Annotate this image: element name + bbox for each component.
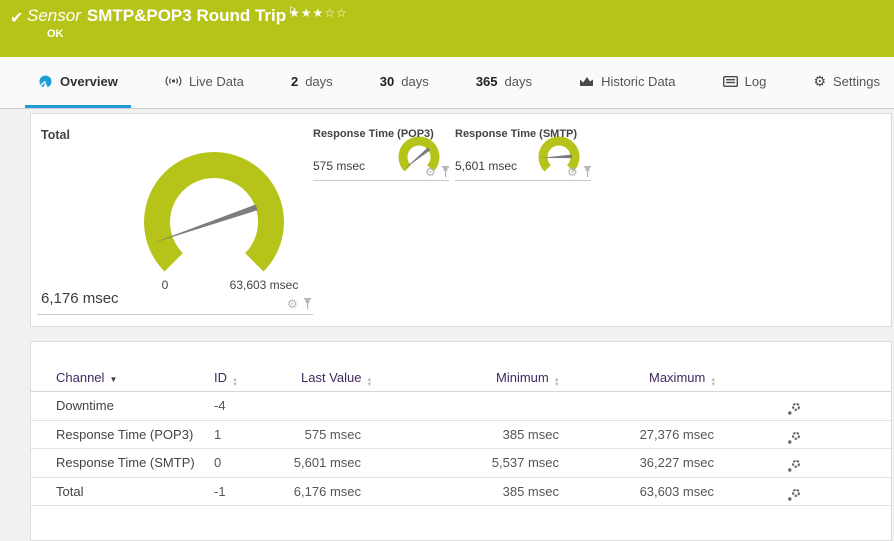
page-title: Sensor SMTP&POP3 Round Trip ⚐ [27, 6, 297, 26]
column-header-last-value[interactable]: Last Value ▲ ▼ [301, 364, 372, 391]
channel-name: Downtime [56, 398, 114, 413]
tab-label: days [305, 73, 333, 89]
channels-panel: Channel ▼ ID ▲ ▼ Last Value ▲ ▼ Minimum ▲ ▼ Max… [30, 341, 892, 541]
live-data-icon [165, 75, 182, 87]
table-row-response-time-pop3: Response Time (POP3) 1 575 msec 385 msec… [31, 421, 891, 449]
gauge-smtp-value: 5,601 msec [455, 159, 518, 173]
gauges-panel: Total 0 63,603 msec 6,176 msec ⚙ Respons… [30, 113, 892, 327]
sensor-kind-label: Sensor [27, 6, 81, 25]
gauge-settings-gear-icon[interactable]: ⚙ [287, 298, 298, 310]
channel-maximum: 63,603 msec [639, 483, 714, 499]
sort-icon: ▲ ▼ [232, 377, 238, 388]
status-ok-check-icon: ✔ [10, 10, 24, 27]
channel-minimum: 5,537 msec [491, 455, 559, 470]
channel-settings-icon[interactable] [787, 484, 801, 511]
column-header-minimum[interactable]: Minimum ▲ ▼ [496, 364, 560, 391]
table-row-total: Total -1 6,176 msec 385 msec 63,603 msec [31, 478, 891, 506]
column-header-id[interactable]: ID ▲ ▼ [214, 364, 238, 391]
tab-label: days [504, 73, 532, 89]
pin-icon[interactable] [441, 166, 450, 178]
sort-desc-icon: ▼ [109, 375, 118, 384]
channel-minimum: 385 msec [502, 426, 559, 442]
tab-bar: Overview Live Data 2 days 30 days 365 da… [0, 57, 894, 109]
channel-maximum: 27,376 msec [639, 426, 714, 442]
tab-label: days [401, 73, 429, 89]
gauge-total-value: 6,176 msec [41, 290, 119, 307]
sort-icon: ▲ ▼ [553, 377, 560, 388]
column-header-channel[interactable]: Channel ▼ [56, 364, 117, 393]
tab-number: 365 [475, 73, 498, 89]
tab-2-days[interactable]: 2 days [278, 57, 346, 108]
gauge-total-label: Total [41, 128, 70, 142]
tab-365-days[interactable]: 365 days [463, 57, 545, 108]
channel-name: Total [56, 483, 84, 499]
tab-30-days[interactable]: 30 days [367, 57, 442, 108]
historic-chart-icon [579, 75, 594, 87]
tab-label: Historic Data [601, 73, 676, 89]
tab-live-data[interactable]: Live Data [152, 57, 257, 108]
tab-historic-data[interactable]: Historic Data [566, 57, 688, 108]
gauge-settings-gear-icon[interactable]: ⚙ [567, 166, 578, 178]
tab-number: 30 [379, 73, 395, 89]
table-row-response-time-smtp: Response Time (SMTP) 0 5,601 msec 5,537 … [31, 449, 891, 478]
table-row-downtime: Downtime -4 [31, 392, 891, 421]
status-badge: OK [47, 28, 64, 40]
gear-icon: ⚙ [813, 72, 827, 89]
sort-icon: ▲ ▼ [710, 377, 717, 388]
total-gauge-max-label: 63,603 msec [229, 278, 299, 292]
sensor-header: ✔ Sensor SMTP&POP3 Round Trip ⚐ ★★★☆☆ OK [0, 0, 894, 57]
tab-label: Settings [833, 73, 880, 89]
priority-stars[interactable]: ★★★☆☆ [289, 6, 348, 20]
sort-icon: ▲ ▼ [366, 377, 373, 388]
tab-overview[interactable]: Overview [25, 57, 131, 108]
total-gauge-min-label: 0 [161, 278, 169, 292]
channel-table: Channel ▼ ID ▲ ▼ Last Value ▲ ▼ Minimum ▲ ▼ Max… [31, 364, 891, 506]
sensor-title: SMTP&POP3 Round Trip [86, 6, 287, 25]
gauge-pop3-label: Response Time (POP3) [313, 128, 434, 140]
gauge-smtp-label: Response Time (SMTP) [455, 128, 578, 140]
tab-label: Overview [60, 73, 118, 89]
channel-maximum: 36,227 msec [639, 455, 714, 470]
channel-name: Response Time (SMTP) [56, 455, 195, 470]
tab-log[interactable]: Log [710, 57, 780, 108]
gauge-pop3-value: 575 msec [313, 159, 366, 173]
tab-label: Live Data [188, 73, 244, 89]
channel-id: -4 [214, 398, 226, 413]
channel-minimum: 385 msec [502, 483, 559, 499]
tab-number: 2 [290, 73, 299, 89]
table-header-row: Channel ▼ ID ▲ ▼ Last Value ▲ ▼ Minimum ▲ ▼ Max… [31, 364, 891, 392]
pin-icon[interactable] [583, 166, 592, 178]
tab-label: Log [744, 73, 767, 89]
channel-last-value: 6,176 msec [293, 483, 361, 499]
channel-last-value: 5,601 msec [293, 455, 361, 470]
gauge-icon [38, 75, 53, 88]
channel-last-value: 575 msec [304, 426, 361, 442]
channel-name: Response Time (POP3) [56, 426, 194, 442]
pin-icon[interactable] [303, 298, 312, 310]
log-icon [722, 75, 738, 87]
gauge-settings-gear-icon[interactable]: ⚙ [425, 166, 436, 178]
tab-settings[interactable]: ⚙ Settings [800, 57, 893, 108]
column-header-maximum[interactable]: Maximum ▲ ▼ [649, 364, 716, 391]
